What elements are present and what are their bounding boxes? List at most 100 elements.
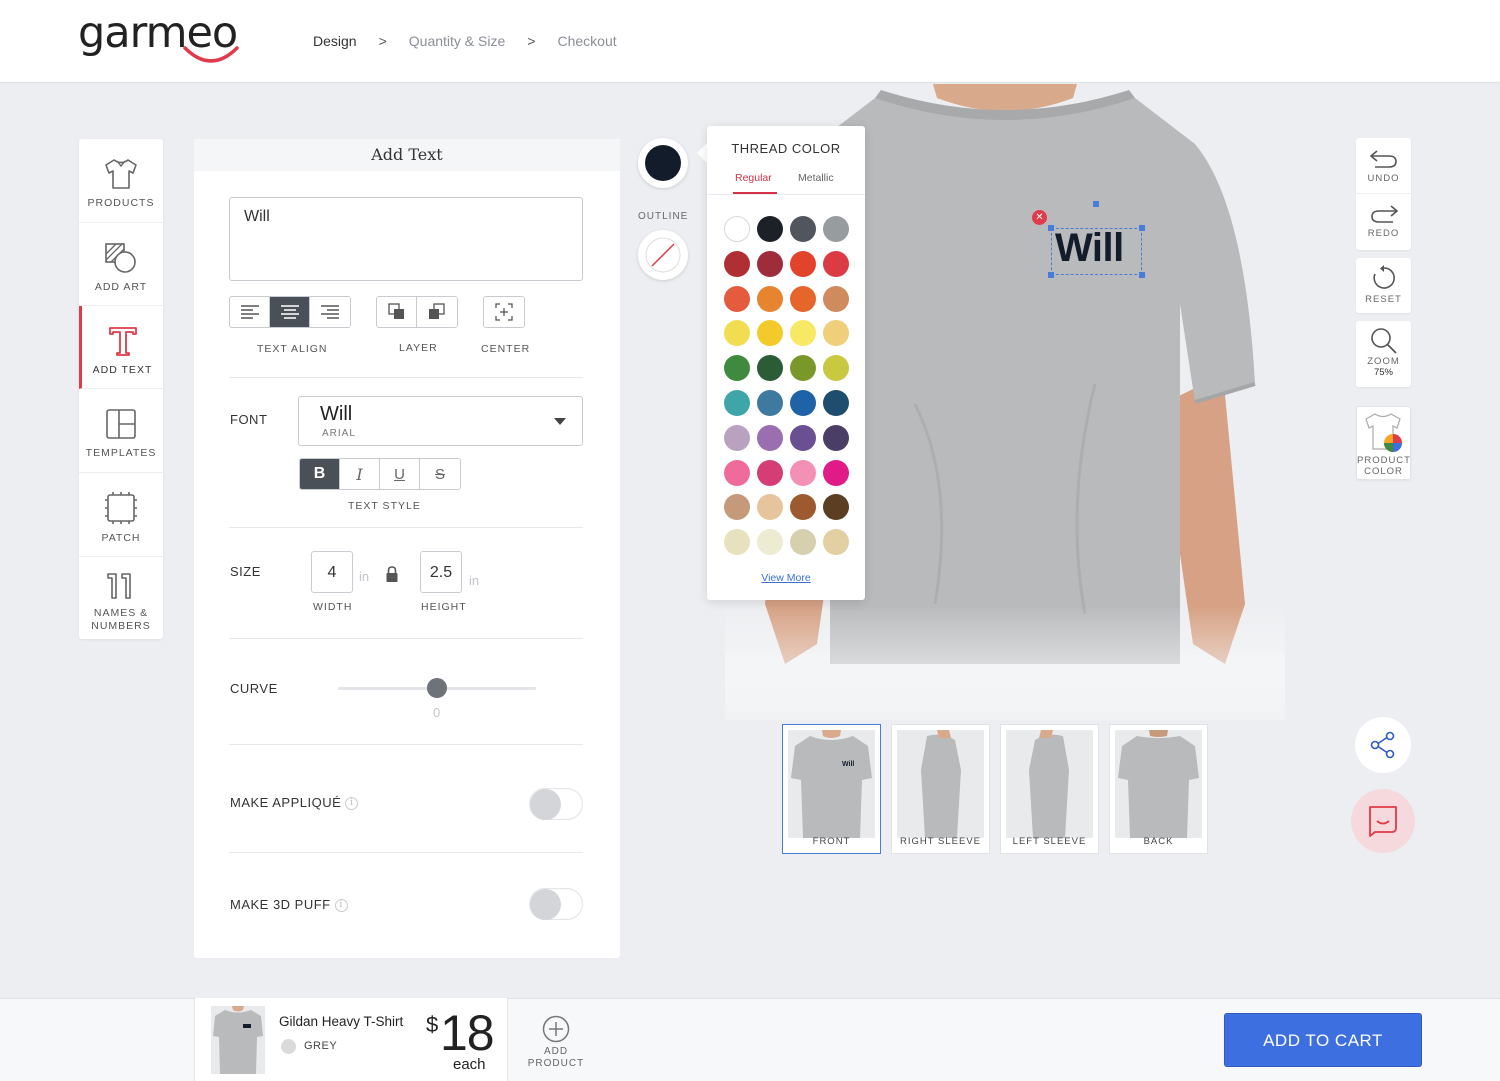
puff-toggle[interactable] [529, 888, 583, 920]
redo-button[interactable]: REDO [1356, 194, 1411, 250]
thread-color-swatch[interactable] [790, 390, 816, 416]
thread-color-swatch[interactable] [790, 424, 816, 451]
crumb-checkout[interactable]: Checkout [557, 33, 616, 49]
align-right-button[interactable] [310, 297, 350, 327]
resize-handle[interactable] [1139, 225, 1145, 231]
sidebar-item-add-text[interactable]: ADD TEXT [79, 306, 163, 389]
text-icon [108, 327, 137, 356]
design-text[interactable]: Will [1055, 226, 1124, 271]
underline-button[interactable]: U [380, 459, 420, 489]
reset-button[interactable]: RESET [1356, 258, 1411, 313]
thread-color-swatch[interactable] [724, 390, 750, 416]
align-left-button[interactable] [230, 297, 270, 327]
thread-color-swatch[interactable] [790, 355, 816, 382]
rotate-handle[interactable] [1093, 201, 1099, 207]
thread-color-swatch[interactable] [790, 285, 816, 312]
tool-sidebar: PRODUCTS ADD ART ADD TEXT TEMPLATES PATC… [79, 139, 163, 639]
thread-color-swatch[interactable] [757, 216, 783, 242]
thread-color-swatch[interactable] [757, 285, 783, 312]
outline-color-button[interactable] [638, 230, 688, 280]
delete-icon[interactable]: ✕ [1032, 210, 1047, 225]
sidebar-item-names-numbers[interactable]: NAMES & NUMBERS [79, 557, 163, 639]
thread-color-swatch[interactable] [724, 459, 750, 486]
width-input[interactable]: 4 [311, 551, 353, 593]
add-product-button[interactable]: ADD PRODUCT [524, 1015, 588, 1070]
thread-color-swatch[interactable] [724, 424, 750, 451]
applique-toggle[interactable] [529, 788, 583, 820]
view-thumb-right-sleeve[interactable]: RIGHT SLEEVE [891, 724, 990, 854]
send-backward-button[interactable] [417, 297, 457, 327]
thread-color-swatch[interactable] [757, 529, 783, 556]
thread-color-swatch[interactable] [823, 285, 849, 312]
thread-color-swatch[interactable] [823, 390, 849, 416]
thread-color-swatch[interactable] [790, 494, 816, 521]
resize-handle[interactable] [1048, 225, 1054, 231]
zoom-button[interactable]: ZOOM 75% [1356, 321, 1411, 387]
view-thumb-front[interactable]: Will FRONT [782, 724, 881, 854]
toggle-knob [530, 789, 561, 820]
font-select[interactable]: Will ARIAL [298, 396, 583, 446]
view-more-link[interactable]: View More [707, 572, 865, 584]
sidebar-item-templates[interactable]: TEMPLATES [79, 389, 163, 473]
thread-color-swatch[interactable] [757, 459, 783, 486]
thread-color-swatch[interactable] [724, 250, 750, 277]
thread-color-swatch[interactable] [790, 529, 816, 556]
thread-color-swatch[interactable] [724, 320, 750, 347]
center-caption: CENTER [481, 343, 531, 355]
chat-button[interactable] [1351, 789, 1415, 853]
thread-color-swatch[interactable] [823, 355, 849, 382]
tab-regular[interactable]: Regular [735, 172, 772, 184]
bold-button[interactable]: B [300, 459, 340, 489]
center-button[interactable] [484, 297, 524, 327]
thread-color-swatch[interactable] [823, 424, 849, 451]
view-thumb-left-sleeve[interactable]: LEFT SLEEVE [1000, 724, 1099, 854]
font-preview: Will [320, 403, 353, 425]
thread-color-swatch[interactable] [790, 320, 816, 347]
sidebar-item-patch[interactable]: PATCH [79, 473, 163, 557]
info-icon[interactable]: i [334, 899, 348, 913]
thread-color-swatch[interactable] [757, 320, 783, 347]
thread-color-swatch[interactable] [757, 494, 783, 521]
divider [229, 852, 583, 853]
thread-color-swatch[interactable] [823, 250, 849, 277]
strikethrough-button[interactable]: S [420, 459, 460, 489]
sidebar-item-products[interactable]: PRODUCTS [79, 139, 163, 223]
curve-slider-handle[interactable] [427, 678, 447, 698]
tab-metallic[interactable]: Metallic [798, 172, 834, 184]
align-center-button[interactable] [270, 297, 310, 327]
thread-color-swatch[interactable] [724, 216, 750, 242]
product-color-button[interactable]: PRODUCT COLOR [1356, 406, 1411, 480]
thread-color-swatch[interactable] [724, 285, 750, 312]
thread-color-swatch[interactable] [823, 320, 849, 347]
info-icon[interactable]: i [345, 797, 359, 811]
thread-color-swatch[interactable] [757, 250, 783, 277]
thread-color-swatch[interactable] [823, 494, 849, 521]
add-to-cart-button[interactable]: ADD TO CART [1224, 1013, 1422, 1067]
resize-handle[interactable] [1139, 272, 1145, 278]
thread-color-swatch[interactable] [823, 459, 849, 486]
thread-color-swatch[interactable] [757, 424, 783, 451]
view-thumb-back[interactable]: BACK [1109, 724, 1208, 854]
thread-color-swatch[interactable] [790, 250, 816, 277]
crumb-quantity-size[interactable]: Quantity & Size [409, 33, 506, 49]
undo-button[interactable]: UNDO [1356, 138, 1411, 194]
lock-icon[interactable] [385, 565, 399, 583]
resize-handle[interactable] [1048, 272, 1054, 278]
italic-button[interactable]: I [340, 459, 380, 489]
crumb-design[interactable]: Design [313, 33, 357, 49]
thread-color-swatch[interactable] [823, 529, 849, 556]
thread-color-swatch[interactable] [757, 355, 783, 382]
thread-color-swatch[interactable] [724, 355, 750, 382]
thread-color-swatch[interactable] [790, 459, 816, 486]
text-input[interactable]: Will [229, 197, 583, 281]
thread-color-swatch[interactable] [790, 216, 816, 242]
height-input[interactable]: 2.5 [420, 551, 462, 593]
thread-color-swatch[interactable] [724, 529, 750, 556]
thread-color-swatch[interactable] [757, 390, 783, 416]
thread-color-button[interactable] [638, 138, 688, 188]
sidebar-item-add-art[interactable]: ADD ART [79, 223, 163, 306]
share-button[interactable] [1355, 717, 1411, 773]
thread-color-swatch[interactable] [724, 494, 750, 521]
bring-forward-button[interactable] [377, 297, 417, 327]
thread-color-swatch[interactable] [823, 216, 849, 242]
